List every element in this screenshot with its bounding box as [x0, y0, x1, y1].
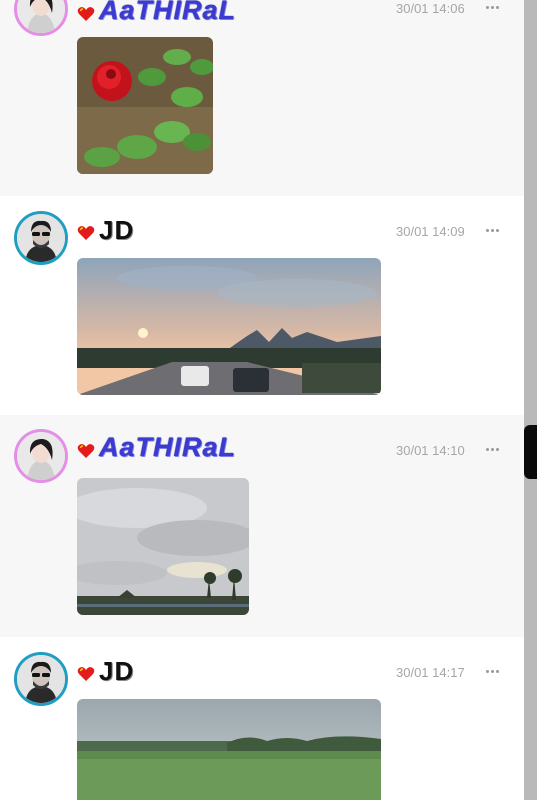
woman-portrait-avatar-icon — [17, 0, 65, 33]
heart-icon — [77, 226, 95, 240]
avatar[interactable] — [14, 0, 68, 36]
more-options-icon[interactable] — [486, 5, 502, 11]
avatar[interactable] — [14, 429, 68, 483]
message-timestamp: 30/01 14:17 — [396, 665, 465, 680]
man-portrait-avatar-icon — [17, 214, 65, 262]
message-timestamp: 30/01 14:09 — [396, 224, 465, 239]
photo-attachment[interactable] — [77, 258, 381, 395]
photo-attachment[interactable] — [77, 699, 381, 800]
more-options-icon[interactable] — [486, 447, 502, 453]
heart-icon — [77, 444, 95, 458]
cloudy-sky-photo — [77, 478, 249, 615]
photo-attachment[interactable] — [77, 37, 213, 174]
post-item: JD 30/01 14:09 — [0, 196, 524, 415]
heart-icon — [77, 667, 95, 681]
more-options-icon[interactable] — [486, 228, 502, 234]
scrollbar-thumb[interactable] — [524, 425, 537, 479]
green-field-photo — [77, 699, 381, 800]
avatar[interactable] — [14, 211, 68, 265]
avatar[interactable] — [14, 652, 68, 706]
author-name[interactable]: JD — [99, 656, 134, 686]
post-item: AaTHIRaL 30/01 14:10 — [0, 415, 524, 637]
heart-icon — [77, 7, 95, 21]
woman-portrait-avatar-icon — [17, 432, 65, 480]
author-name[interactable]: AaTHIRaL — [99, 0, 236, 25]
man-portrait-avatar-icon — [17, 655, 65, 703]
chat-feed[interactable]: AaTHIRaL 30/01 14:06 JD 30/01 14:09 AaTH… — [0, 0, 524, 800]
more-options-icon[interactable] — [486, 669, 502, 675]
sunset-highway-photo — [77, 258, 381, 395]
red-rose-plant-photo — [77, 37, 213, 174]
author-name[interactable]: JD — [99, 215, 134, 245]
message-timestamp: 30/01 14:10 — [396, 443, 465, 458]
message-timestamp: 30/01 14:06 — [396, 1, 465, 16]
post-item: JD 30/01 14:17 — [0, 637, 524, 800]
scrollbar-track[interactable] — [524, 0, 537, 800]
author-name[interactable]: AaTHIRaL — [99, 432, 236, 462]
photo-attachment[interactable] — [77, 478, 249, 615]
post-item: AaTHIRaL 30/01 14:06 — [0, 0, 524, 196]
